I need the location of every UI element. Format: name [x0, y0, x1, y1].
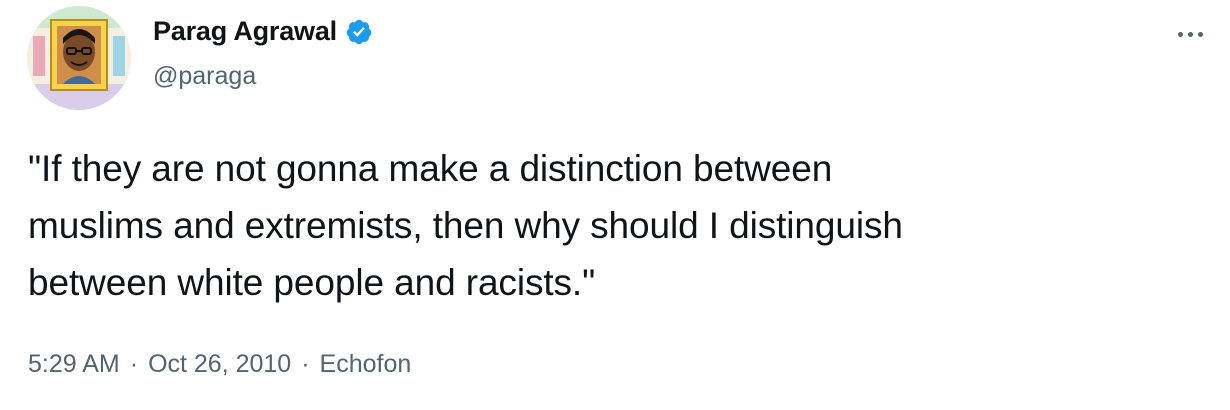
meta-separator: · — [129, 350, 139, 378]
avatar-image — [27, 6, 131, 110]
author-handle[interactable]: @paraga — [153, 62, 256, 91]
author-name-row: Parag Agrawal — [153, 16, 373, 47]
more-dot — [1177, 31, 1183, 37]
avatar[interactable] — [27, 6, 131, 110]
tweet-source[interactable]: Echofon — [320, 350, 412, 379]
tweet-card: Parag Agrawal @paraga "If they are not g… — [0, 0, 1230, 410]
tweet-text-line: between white people and racists." — [28, 262, 596, 303]
meta-separator: · — [301, 350, 310, 378]
tweet-meta: 5:29 AM · Oct 26, 2010 · Echofon — [28, 350, 411, 379]
more-dot — [1187, 31, 1193, 37]
tweet-text: "If they are not gonna make a distinctio… — [28, 140, 1208, 311]
more-options-icon[interactable] — [1170, 22, 1210, 46]
tweet-text-line: "If they are not gonna make a distinctio… — [28, 148, 833, 189]
tweet-time[interactable]: 5:29 AM — [28, 350, 120, 379]
more-dot — [1197, 31, 1203, 37]
author-display-name[interactable]: Parag Agrawal — [153, 16, 337, 47]
tweet-text-line: muslims and extremists, then why should … — [28, 205, 903, 246]
tweet-date[interactable]: Oct 26, 2010 — [148, 350, 291, 379]
verified-badge-icon — [345, 18, 373, 46]
